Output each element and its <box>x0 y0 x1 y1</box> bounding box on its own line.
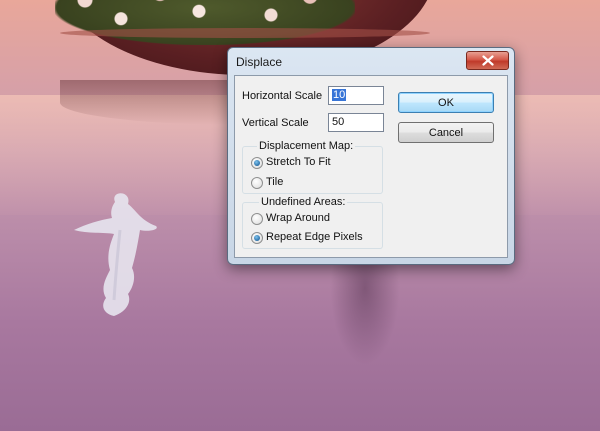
displace-dialog: Displace Horizontal Scale 10 Vertical Sc… <box>227 47 515 265</box>
close-x-icon <box>481 55 494 66</box>
horizontal-scale-input[interactable]: 10 <box>328 86 384 105</box>
figure-reflection <box>330 255 400 365</box>
stretch-to-fit-radio[interactable] <box>251 157 263 169</box>
vertical-scale-label: Vertical Scale <box>242 117 309 129</box>
flower-bed <box>55 0 355 45</box>
vertical-scale-input[interactable]: 50 <box>328 113 384 132</box>
wrap-around-radio[interactable] <box>251 213 263 225</box>
undefined-areas-group: Undefined Areas: Wrap Around Repeat Edge… <box>242 196 383 249</box>
dialog-body: Horizontal Scale 10 Vertical Scale 50 OK… <box>234 75 508 258</box>
undefined-areas-title: Undefined Areas: <box>259 196 348 208</box>
displacement-map-group: Displacement Map: Stretch To Fit Tile <box>242 140 383 194</box>
cancel-button[interactable]: Cancel <box>398 122 494 143</box>
cancel-button-label: Cancel <box>428 126 464 139</box>
ok-button[interactable]: OK <box>398 92 494 113</box>
tile-label: Tile <box>266 176 284 188</box>
vertical-scale-value: 50 <box>332 116 345 128</box>
close-button[interactable] <box>466 51 509 70</box>
tile-radio[interactable] <box>251 177 263 189</box>
wrap-around-label: Wrap Around <box>266 212 331 224</box>
stretch-to-fit-label: Stretch To Fit <box>266 156 331 168</box>
horizontal-scale-value: 10 <box>332 89 347 101</box>
dialog-title: Displace <box>236 55 283 69</box>
displaced-figure <box>74 193 157 316</box>
boat-rim <box>60 28 430 38</box>
ok-button-label: OK <box>438 96 454 109</box>
displacement-map-title: Displacement Map: <box>257 140 356 152</box>
repeat-edge-pixels-label: Repeat Edge Pixels <box>266 231 363 243</box>
dialog-titlebar[interactable]: Displace <box>228 48 514 75</box>
horizontal-scale-label: Horizontal Scale <box>242 90 323 102</box>
repeat-edge-pixels-radio[interactable] <box>251 232 263 244</box>
